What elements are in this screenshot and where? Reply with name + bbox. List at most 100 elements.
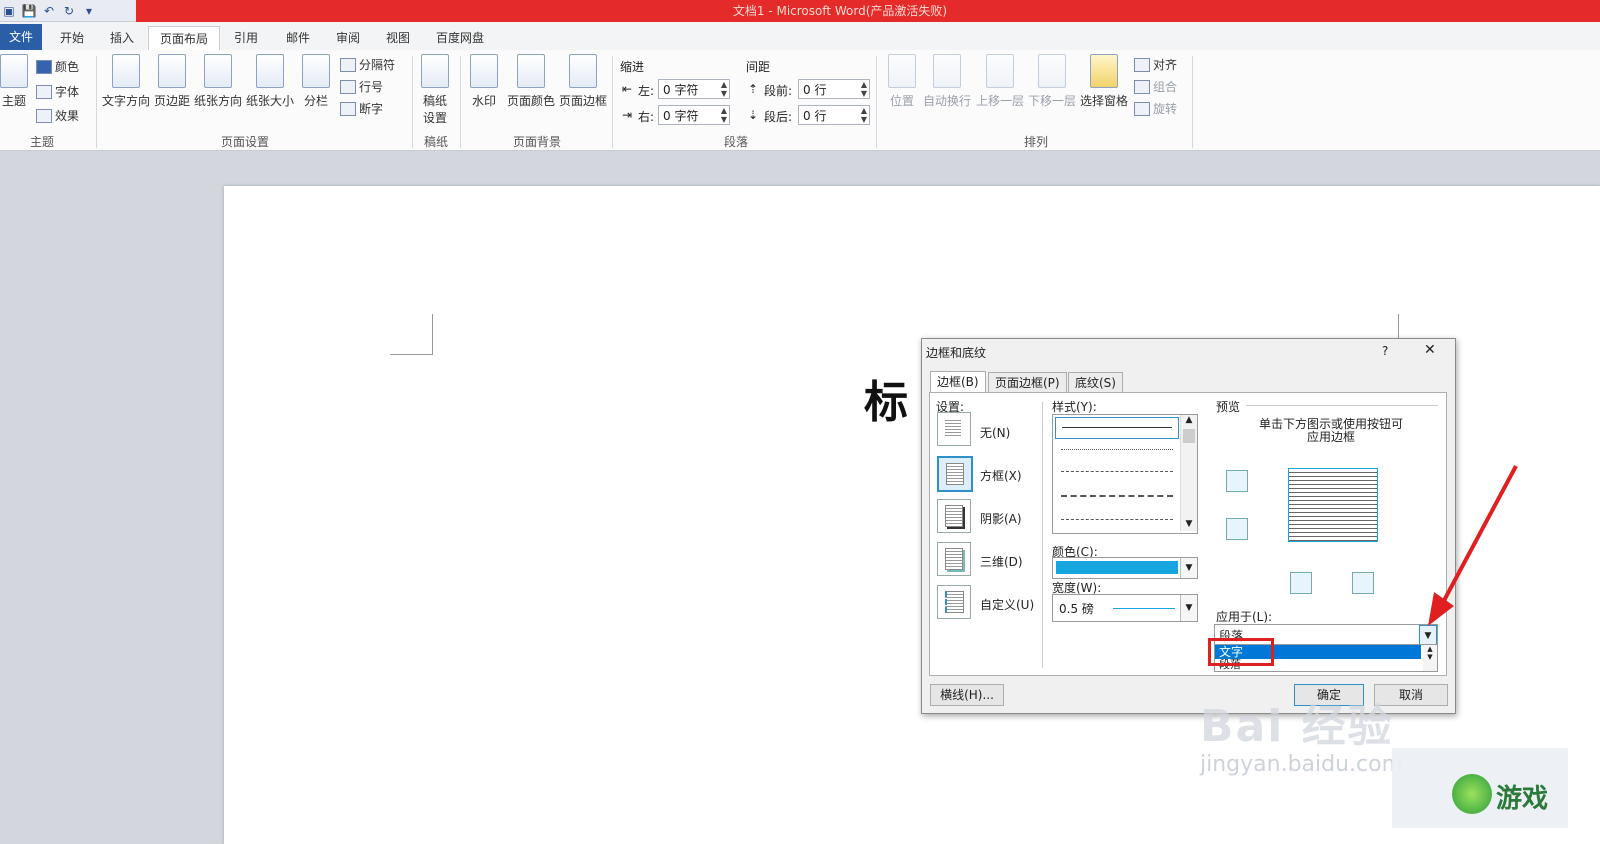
columns-icon bbox=[302, 54, 330, 88]
word-icon[interactable]: ▣ bbox=[2, 4, 16, 18]
setting-3d-icon[interactable] bbox=[937, 542, 971, 576]
tab-page-layout[interactable]: 页面布局 bbox=[148, 26, 220, 52]
style-option-dash-dot[interactable] bbox=[1061, 519, 1173, 520]
redo-icon[interactable]: ↻ bbox=[62, 4, 76, 18]
setting-custom-icon[interactable] bbox=[937, 585, 971, 619]
help-button[interactable]: ? bbox=[1382, 344, 1388, 358]
width-dropdown[interactable]: 0.5 磅 ▼ bbox=[1052, 594, 1198, 622]
style-option-selected[interactable] bbox=[1055, 417, 1179, 439]
setting-none-icon[interactable] bbox=[937, 412, 971, 446]
watermark-button[interactable]: 水印 bbox=[468, 54, 500, 109]
group-separator bbox=[1192, 56, 1193, 148]
spinner-arrows-icon[interactable]: ▲ ▼ bbox=[861, 80, 867, 98]
tab-borders[interactable]: 边框(B) bbox=[930, 371, 986, 394]
list-scrollbar[interactable]: ▲ ▼ bbox=[1423, 645, 1437, 671]
draft-paper-button[interactable]: 稿纸 设置 bbox=[418, 54, 452, 126]
style-option-long-dash[interactable] bbox=[1061, 495, 1173, 497]
orientation-button[interactable]: 纸张方向 bbox=[194, 54, 242, 109]
margins-button[interactable]: 页边距 bbox=[154, 54, 190, 109]
selection-pane-icon bbox=[1090, 54, 1118, 88]
logo-icon bbox=[1452, 774, 1492, 814]
indent-left-icon: ⇤ bbox=[622, 82, 633, 96]
style-option-dotted[interactable] bbox=[1061, 449, 1173, 450]
line-numbers-button[interactable]: 行号 bbox=[340, 78, 383, 95]
align-button[interactable]: 对齐 bbox=[1134, 56, 1177, 73]
style-list-scrollbar[interactable]: ▲ ▼ bbox=[1180, 415, 1197, 531]
undo-icon[interactable]: ↶ bbox=[42, 4, 56, 18]
effects-icon bbox=[36, 108, 52, 123]
left-border-icon[interactable] bbox=[1290, 572, 1312, 594]
group-label-paragraph: 段落 bbox=[723, 135, 748, 149]
size-button[interactable]: 纸张大小 bbox=[246, 54, 294, 109]
group-separator bbox=[876, 56, 877, 148]
indent-left-label: 左: bbox=[638, 84, 655, 98]
wrap-text-icon bbox=[933, 54, 961, 88]
save-icon[interactable]: 💾 bbox=[22, 4, 37, 18]
position-icon bbox=[888, 54, 916, 88]
hyphenation-button[interactable]: 断字 bbox=[340, 100, 383, 117]
tab-baidu-netdisk[interactable]: 百度网盘 bbox=[430, 26, 490, 50]
setting-custom-label[interactable]: 自定义(U) bbox=[980, 596, 1034, 613]
line-numbers-icon bbox=[340, 79, 356, 94]
group-separator bbox=[96, 56, 97, 148]
style-option-dashed[interactable] bbox=[1061, 471, 1173, 472]
setting-3d-label[interactable]: 三维(D) bbox=[980, 553, 1023, 570]
theme-button[interactable]: 主题 bbox=[0, 54, 28, 109]
selection-pane-button[interactable]: 选择窗格 bbox=[1078, 54, 1130, 109]
top-border-icon[interactable] bbox=[1226, 470, 1248, 492]
spinner-arrows-icon[interactable]: ▲ ▼ bbox=[861, 106, 867, 124]
chevron-down-icon[interactable]: ▼ bbox=[1180, 595, 1197, 621]
indent-left-spinner[interactable]: 0 字符 ▲ ▼ bbox=[658, 79, 730, 99]
bring-forward-button[interactable]: 上移一层 bbox=[974, 54, 1026, 109]
spinner-arrows-icon[interactable]: ▲ ▼ bbox=[721, 80, 727, 98]
setting-box-label[interactable]: 方框(X) bbox=[980, 467, 1022, 484]
page-color-button[interactable]: 页面颜色 bbox=[506, 54, 556, 109]
fonts-button[interactable]: 字体 bbox=[36, 83, 79, 100]
document-title-text[interactable]: 标 bbox=[864, 366, 908, 430]
customize-icon[interactable]: ▾ bbox=[82, 4, 96, 18]
preview-label: 预览 bbox=[1216, 400, 1241, 414]
apply-to-label: 应用于(L): bbox=[1216, 610, 1273, 624]
tab-view[interactable]: 视图 bbox=[378, 26, 418, 50]
group-objects-button[interactable]: 组合 bbox=[1134, 78, 1177, 95]
tab-page-border[interactable]: 页面边框(P) bbox=[988, 372, 1067, 394]
tab-review[interactable]: 审阅 bbox=[328, 26, 368, 50]
watermark-icon bbox=[470, 54, 498, 88]
baidu-watermark: Bai 经验 bbox=[1200, 701, 1394, 752]
tab-shading[interactable]: 底纹(S) bbox=[1068, 372, 1123, 394]
right-border-icon[interactable] bbox=[1352, 572, 1374, 594]
horizontal-line-button[interactable]: 横线(H)... bbox=[930, 684, 1004, 706]
setting-shadow-icon[interactable] bbox=[937, 499, 971, 533]
style-list[interactable]: ▲ ▼ bbox=[1052, 414, 1198, 534]
position-button[interactable]: 位置 bbox=[884, 54, 920, 109]
text-direction-icon bbox=[112, 54, 140, 88]
chevron-down-icon[interactable]: ▼ bbox=[1180, 558, 1197, 578]
preview-page[interactable] bbox=[1288, 468, 1378, 542]
send-backward-button[interactable]: 下移一层 bbox=[1026, 54, 1078, 109]
effects-button[interactable]: 效果 bbox=[36, 107, 79, 124]
colors-button[interactable]: 颜色 bbox=[36, 58, 79, 75]
close-icon[interactable]: ✕ bbox=[1424, 342, 1436, 358]
indent-right-spinner[interactable]: 0 字符 ▲ ▼ bbox=[658, 105, 730, 125]
spinner-arrows-icon[interactable]: ▲ ▼ bbox=[721, 106, 727, 124]
setting-shadow-label[interactable]: 阴影(A) bbox=[980, 510, 1022, 527]
color-dropdown[interactable]: ▼ bbox=[1052, 557, 1198, 579]
breaks-button[interactable]: 分隔符 bbox=[340, 56, 395, 73]
setting-none-label[interactable]: 无(N) bbox=[980, 424, 1010, 441]
spacing-before-icon: ⇡ bbox=[748, 82, 759, 96]
columns-button[interactable]: 分栏 bbox=[302, 54, 330, 109]
bring-forward-icon bbox=[986, 54, 1014, 88]
tab-home[interactable]: 开始 bbox=[52, 26, 92, 50]
page-border-button[interactable]: 页面边框 bbox=[558, 54, 608, 109]
bottom-border-icon[interactable] bbox=[1226, 518, 1248, 540]
spacing-before-spinner[interactable]: 0 行 ▲ ▼ bbox=[798, 79, 870, 99]
tab-references[interactable]: 引用 bbox=[226, 26, 266, 50]
wrap-text-button[interactable]: 自动换行 bbox=[922, 54, 972, 109]
rotate-button[interactable]: 旋转 bbox=[1134, 100, 1177, 117]
setting-box-icon[interactable] bbox=[937, 456, 973, 492]
tab-insert[interactable]: 插入 bbox=[102, 26, 142, 50]
spacing-after-spinner[interactable]: 0 行 ▲ ▼ bbox=[798, 105, 870, 125]
text-direction-button[interactable]: 文字方向 bbox=[102, 54, 150, 109]
tab-file[interactable]: 文件 bbox=[0, 24, 42, 50]
tab-mailings[interactable]: 邮件 bbox=[278, 26, 318, 50]
